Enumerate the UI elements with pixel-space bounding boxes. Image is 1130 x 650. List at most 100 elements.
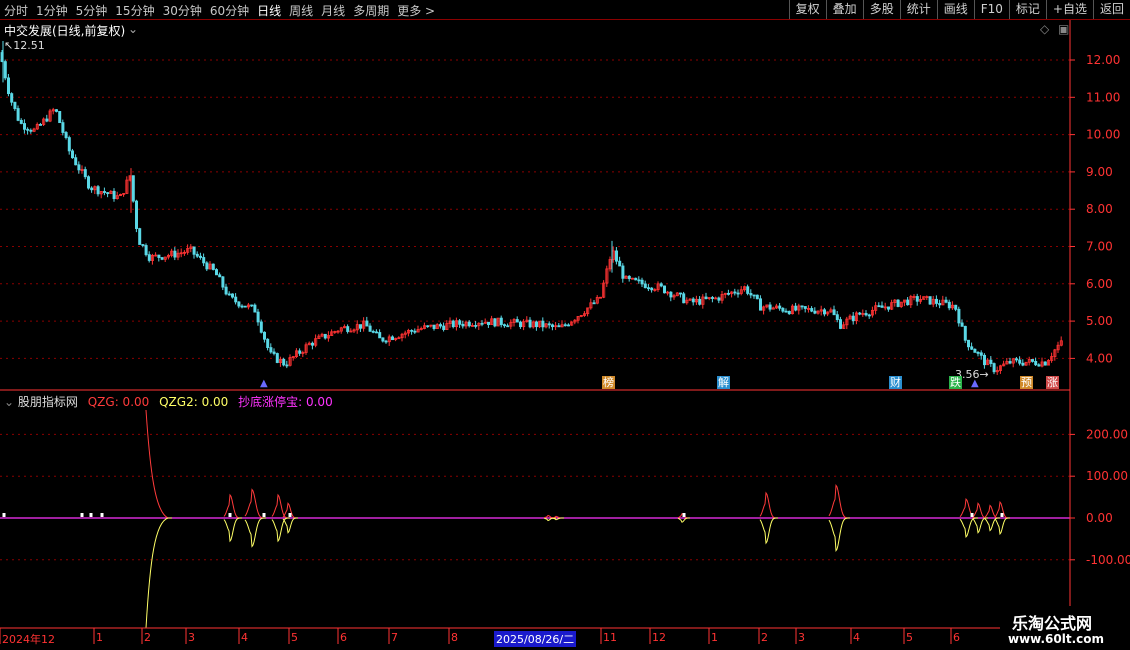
- candle-body: [87, 176, 91, 189]
- candle-body: [832, 309, 836, 316]
- candle-body: [659, 283, 663, 287]
- high-price-label: ↖12.51: [4, 39, 45, 52]
- candle-body: [480, 322, 484, 325]
- candle-body: [643, 283, 647, 289]
- candle-body: [275, 353, 279, 363]
- candle-body: [515, 319, 519, 323]
- candle-body: [269, 347, 273, 353]
- candle-body: [58, 111, 62, 124]
- qzg2-line: [994, 517, 1011, 536]
- diamond-icon[interactable]: ◇: [1040, 22, 1049, 36]
- candle-body: [541, 320, 545, 328]
- candle-body: [979, 352, 983, 356]
- candle-body: [915, 296, 919, 302]
- candle-body: [851, 315, 855, 322]
- candle-body: [867, 314, 871, 317]
- candle-body: [803, 306, 807, 309]
- date-tick-label: 7: [391, 631, 398, 644]
- candle-body: [96, 186, 100, 195]
- date-tick-label: 1: [96, 631, 103, 644]
- candle-body: [250, 304, 254, 307]
- chart-canvas[interactable]: 12.0011.0010.009.008.007.006.005.004.002…: [0, 0, 1130, 650]
- candle-body: [45, 118, 49, 122]
- candle-body: [432, 324, 436, 329]
- watermark: 乐淘公式网 www.60lt.com: [1000, 606, 1130, 650]
- candle-body: [759, 298, 763, 311]
- candle-body: [839, 319, 843, 329]
- candle-body: [928, 296, 932, 305]
- candle-body: [346, 326, 350, 332]
- candle-body: [784, 310, 788, 313]
- date-tick-label: 6: [953, 631, 960, 644]
- candle-body: [83, 169, 87, 178]
- candle-body: [768, 304, 772, 310]
- candle-body: [410, 329, 414, 332]
- event-marker[interactable]: 榜: [602, 376, 615, 389]
- event-marker[interactable]: 预: [1020, 376, 1033, 389]
- candle-body: [237, 301, 241, 307]
- candle-body: [205, 262, 209, 270]
- candle-body: [442, 325, 446, 330]
- qzg-line: [828, 483, 851, 519]
- date-tick-label: 6: [340, 631, 347, 644]
- indicator-tick-label: 200.00: [1086, 427, 1128, 441]
- signal-dot: [2, 513, 6, 517]
- candle-body: [486, 321, 490, 326]
- triangle-up-icon: ▲: [260, 378, 268, 389]
- candle-body: [727, 292, 731, 295]
- candle-body: [640, 279, 644, 285]
- candle-body: [214, 269, 218, 276]
- event-marker[interactable]: 解: [717, 376, 730, 389]
- candle-body: [787, 311, 791, 315]
- event-marker[interactable]: 跌: [949, 376, 962, 389]
- price-tick-label: 5.00: [1086, 314, 1113, 328]
- candle-body: [55, 109, 59, 112]
- candle-body: [1015, 358, 1019, 361]
- candle-body: [794, 305, 798, 311]
- candle-body: [944, 299, 948, 303]
- date-tick-label: 11: [603, 631, 617, 644]
- candle-body: [218, 274, 222, 278]
- candle-body: [138, 228, 142, 245]
- candle-body: [74, 157, 78, 166]
- window-icon[interactable]: ▣: [1058, 22, 1069, 36]
- candle-body: [557, 325, 561, 328]
- signal-dot: [89, 513, 93, 517]
- candle-body: [310, 342, 314, 346]
- candle-body: [535, 321, 539, 328]
- qzg-label: QZG: 0.00: [87, 395, 150, 409]
- candle-body: [22, 123, 26, 130]
- price-tick-label: 12.00: [1086, 53, 1120, 67]
- candle-body: [144, 245, 148, 256]
- candle-body: [358, 324, 362, 329]
- qzg2-line: [828, 517, 851, 553]
- price-tick-label: 7.00: [1086, 240, 1113, 254]
- date-tick-label: 5: [291, 631, 298, 644]
- candle-body: [567, 324, 571, 327]
- candle-body: [810, 308, 814, 312]
- chevron-down-icon[interactable]: ⌄: [128, 22, 138, 36]
- collapse-icon[interactable]: ⌄: [4, 395, 14, 409]
- candle-body: [202, 257, 206, 264]
- candle-body: [647, 287, 651, 290]
- candle-body: [976, 351, 980, 354]
- candle-body: [813, 310, 817, 314]
- candle-body: [621, 265, 625, 279]
- candle-body: [13, 101, 17, 109]
- event-marker[interactable]: 财: [889, 376, 902, 389]
- candle-body: [266, 338, 270, 348]
- event-marker[interactable]: 涨: [1046, 376, 1059, 389]
- qzg-line: [223, 493, 243, 519]
- date-tick-label: 4: [241, 631, 248, 644]
- qzg2-label: QZG2: 0.00: [159, 395, 229, 409]
- candle-body: [426, 325, 430, 328]
- candle-body: [378, 332, 382, 339]
- price-tick-label: 10.00: [1086, 128, 1120, 142]
- candle-body: [547, 323, 551, 326]
- watermark-title: 乐淘公式网: [1012, 614, 1093, 633]
- candle-body: [1043, 361, 1047, 366]
- indicator-name: 股朋指标网: [17, 395, 78, 409]
- candle-body: [864, 313, 868, 316]
- candle-body: [963, 325, 967, 341]
- candle-body: [835, 314, 839, 320]
